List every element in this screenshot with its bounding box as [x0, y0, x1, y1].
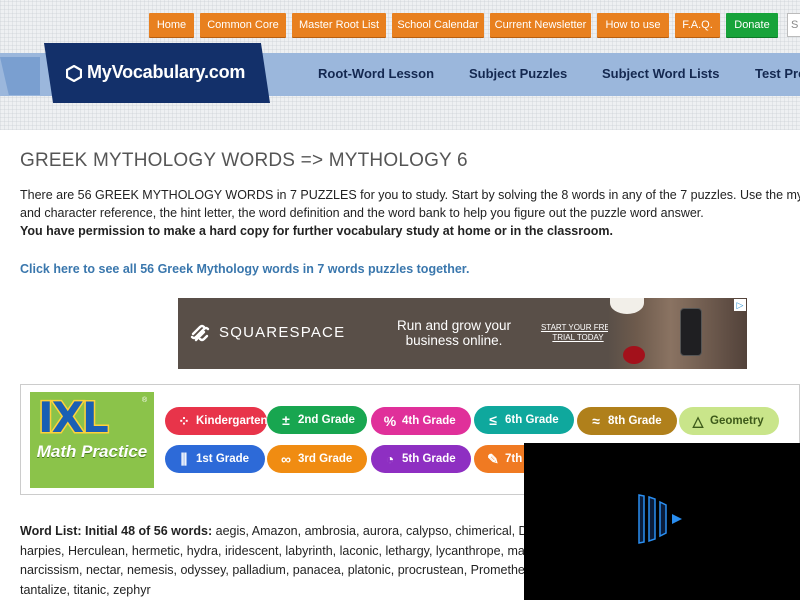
grade-4th-button[interactable]: % 4th Grade [371, 407, 471, 435]
grade-label: 2nd Grade [298, 414, 355, 426]
grade-label: 4th Grade [402, 415, 456, 427]
nav-master-root-list-button[interactable]: Master Root List [292, 13, 386, 37]
adchoices-icon[interactable]: ▷ [734, 299, 746, 311]
grade-label: 7th [505, 453, 523, 465]
ad-flower-image [623, 346, 645, 364]
permission-note: You have permission to make a hard copy … [20, 224, 613, 238]
nav-subject-puzzles[interactable]: Subject Puzzles [469, 53, 567, 96]
grade-geometry-button[interactable]: △ Geometry [679, 407, 779, 435]
word-list-row: narcissism, nectar, nemesis, odyssey, pa… [20, 561, 524, 581]
grade-label: 1st Grade [196, 453, 250, 465]
word-list-line-3: narcissism, nectar, nemesis, odyssey, pa… [20, 563, 524, 577]
nav-home-button[interactable]: Home [149, 13, 194, 37]
intro-line-2: and character reference, the hint letter… [20, 206, 704, 220]
pencil-icon: ✎ [487, 451, 499, 467]
nav-test-prep[interactable]: Test Pre [755, 53, 800, 96]
grade-kindergarten-button[interactable]: ⁘ Kindergarten [165, 407, 268, 435]
ixl-logo-word: IXL [37, 392, 111, 444]
donate-button[interactable]: Donate [726, 13, 778, 37]
grade-2nd-button[interactable]: ±2nd Grade [267, 406, 367, 434]
trademark-mark: ® [142, 397, 148, 404]
triangle-icon: △ [692, 413, 704, 429]
percent-icon: % [383, 413, 397, 429]
approx-icon: ≈ [592, 413, 600, 429]
ad-cta-link[interactable]: START YOUR FREE TRIAL TODAY [538, 323, 618, 343]
intro-text: There are 56 GREEK MYTHOLOGY WORDS in 7 … [20, 186, 800, 240]
infinity-icon: ∞ [281, 451, 291, 467]
brand-name: MyVocabulary.com [87, 62, 246, 82]
grade-6th-button[interactable]: ≤6th Grade [474, 406, 574, 434]
squarespace-ad-banner[interactable]: SQUARESPACE Run and grow your business o… [178, 298, 747, 369]
see-all-words-link[interactable]: Click here to see all 56 Greek Mythology… [20, 262, 469, 276]
nav-current-newsletter-button[interactable]: Current Newsletter [490, 13, 591, 37]
word-list-line-1: aegis, Amazon, ambrosia, aurora, calypso… [215, 524, 524, 538]
ixl-logo[interactable]: IXL ® Math Practice [30, 392, 154, 488]
squarespace-logo-icon [190, 324, 210, 342]
ad-brand: SQUARESPACE [219, 324, 346, 341]
video-player-logo-icon [638, 494, 682, 544]
grade-label: 6th Grade [505, 414, 559, 426]
word-list-line-4: tantalize, titanic, zephyr [20, 582, 151, 597]
nav-school-calendar-button[interactable]: School Calendar [392, 13, 484, 37]
word-list-row: Word List: Initial 48 of 56 words: aegis… [20, 522, 524, 542]
grade-label: 3rd Grade [298, 453, 353, 465]
word-list-row: tantalize, titanic, zephyr [20, 581, 524, 600]
word-list-row: harpies, Herculean, hermetic, hydra, iri… [20, 542, 524, 562]
word-list-line-2: harpies, Herculean, hermetic, hydra, iri… [20, 543, 524, 558]
ad-headline: Run and grow your business online. [396, 318, 512, 348]
nav-faq-button[interactable]: F.A.Q. [675, 13, 720, 37]
grade-5th-button[interactable]: ◔ 5th Grade [371, 445, 471, 473]
word-list: Word List: Initial 48 of 56 words: aegis… [20, 522, 524, 600]
grade-label: 5th Grade [402, 453, 456, 465]
pie-icon: ◔ [385, 451, 395, 467]
nav-subject-word-lists[interactable]: Subject Word Lists [602, 53, 720, 96]
dots-icon: ⁘ [178, 413, 190, 429]
grade-3rd-button[interactable]: ∞ 3rd Grade [267, 445, 367, 473]
grade-label: Geometry [710, 415, 764, 427]
nav-root-word-lesson[interactable]: Root-Word Lesson [318, 53, 434, 96]
word-list-prefix: Word List: Initial 48 of 56 words: [20, 524, 213, 538]
grade-8th-button[interactable]: ≈8th Grade [577, 407, 677, 435]
grade-1st-button[interactable]: ⫼ 1st Grade [165, 445, 265, 473]
ruler-icon: ⫼ [180, 451, 188, 467]
ixl-tagline: Math Practice [36, 442, 148, 461]
intro-line-1: There are 56 GREEK MYTHOLOGY WORDS in 7 … [20, 188, 800, 202]
search-input[interactable]: S [787, 13, 800, 37]
grade-label: 8th Grade [608, 415, 662, 427]
plus-minus-icon: ± [282, 412, 290, 428]
grade-label: Kindergarten [196, 415, 268, 427]
site-logo[interactable]: MyVocabulary.com [44, 43, 270, 103]
video-player[interactable] [524, 443, 800, 600]
nav-how-to-use-button[interactable]: How to use [597, 13, 669, 37]
hexagon-icon [66, 65, 82, 82]
less-equal-icon: ≤ [489, 412, 497, 428]
ad-phone-image [680, 308, 702, 356]
page-title: GREEK MYTHOLOGY WORDS => MYTHOLOGY 6 [20, 150, 468, 171]
nav-common-core-button[interactable]: Common Core [200, 13, 286, 37]
